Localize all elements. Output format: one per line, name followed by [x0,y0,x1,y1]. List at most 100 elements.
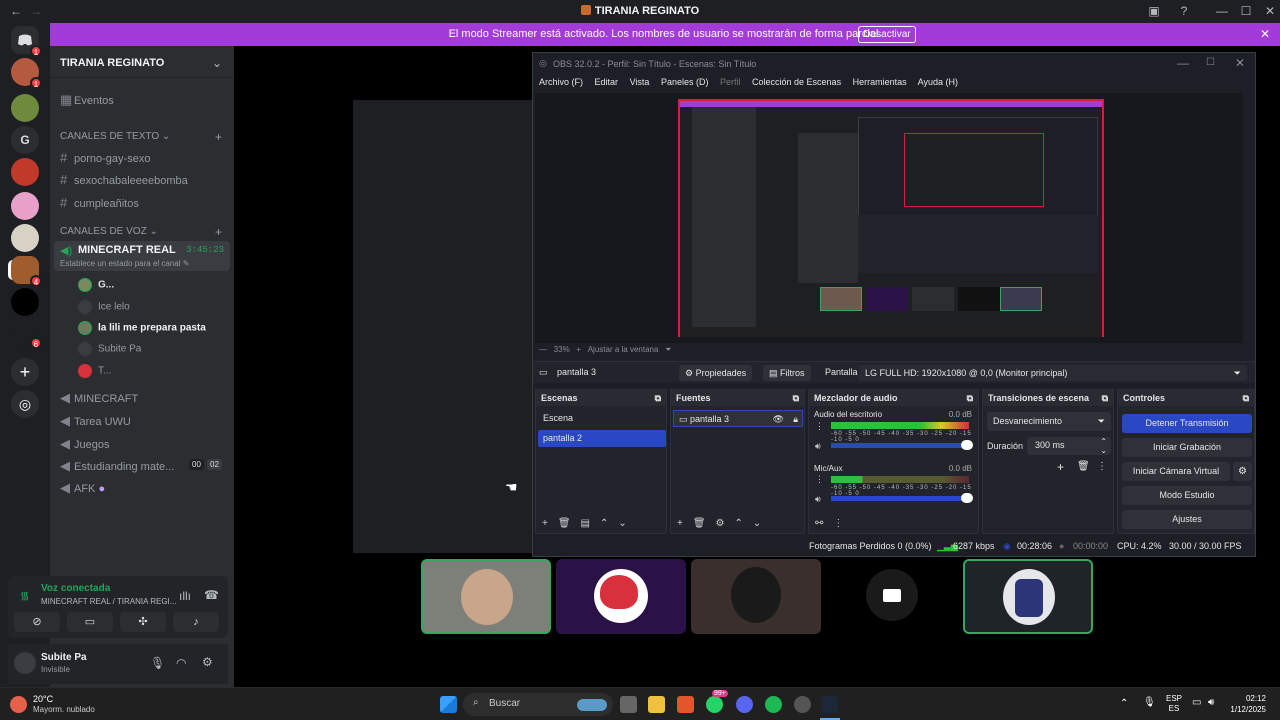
menu-herramientas[interactable]: Herramientas [853,77,907,87]
menu-paneles[interactable]: Paneles (D) [661,77,709,87]
add-icon[interactable]: + [542,518,548,529]
activities-button[interactable]: ✣ [120,612,166,632]
weather-icon[interactable] [10,696,27,713]
scene-item[interactable]: Escena [538,410,666,427]
up-icon[interactable]: ⌃ [735,518,743,529]
server-icon[interactable] [11,158,39,186]
volume-slider[interactable] [831,443,969,448]
screen-share-button[interactable]: ▭ [67,612,113,632]
video-tile[interactable] [691,559,821,634]
events-item[interactable]: ▦ Eventos [60,92,114,108]
lock-icon[interactable]: 🔒︎ [793,414,798,425]
volume-icon[interactable]: 🔊︎ [815,441,821,452]
voice-user[interactable]: la lili me prepara pasta [78,321,206,335]
filter-icon[interactable]: ▤ [581,518,590,529]
text-channel[interactable]: # cumpleañitos [60,195,139,210]
network-icon[interactable]: ▭ [1192,697,1201,708]
spotify-icon[interactable] [765,696,782,713]
zoom-controls[interactable]: — 33% + Ajustar a la ventana ⏷ [539,345,672,355]
menu-perfil[interactable]: Perfil [720,77,741,87]
video-tile[interactable] [421,559,551,634]
inbox-icon[interactable]: ▣ [1144,3,1164,19]
video-tile[interactable] [826,559,956,634]
headphones-icon[interactable]: ◠ [176,656,186,670]
camera-off-button[interactable]: ⊘ [14,612,60,632]
task-view-icon[interactable] [620,696,637,713]
server-icon[interactable] [11,192,39,220]
menu-vista[interactable]: Vista [630,77,650,87]
channel-status[interactable]: Establece un estado para el canal ✎ [60,259,189,268]
weather-temperature[interactable]: 20°C [33,694,53,704]
trash-icon[interactable]: 🗑︎ [1077,461,1090,472]
obs-icon[interactable] [794,696,811,713]
add-icon[interactable]: + [677,518,683,529]
brave-icon[interactable] [677,696,694,713]
discord-home-icon[interactable]: 1 [11,26,42,57]
kebab-menu-icon[interactable]: ⋮ [815,474,824,485]
text-channel[interactable]: # sexochabaleeeebomba [60,172,188,187]
filters-button[interactable]: ▤ Filtros [763,365,811,381]
kebab-menu-icon[interactable]: ⋮ [815,421,824,432]
duration-spinbox[interactable]: 300 ms ⌃ ⌄ [1027,437,1111,455]
chevron-down-icon[interactable]: ⌄ [212,56,222,70]
start-virtual-camera-button[interactable]: Iniciar Cámara Virtual [1122,462,1230,481]
voice-channel[interactable]: ◀ Estudianding mate... [60,458,174,474]
search-box[interactable]: ⌕ Buscar [463,693,613,716]
clock[interactable]: 02:12 1/12/2025 [1230,693,1266,715]
guild-name[interactable]: TIRANIA REGINATO [60,57,164,69]
server-icon[interactable] [11,224,39,252]
source-item[interactable]: ▭ pantalla 3 👁︎ 🔒︎ [673,410,803,427]
volume-icon[interactable]: 🔊︎ [1208,697,1214,708]
preview-source-frame[interactable] [678,99,1104,337]
text-category[interactable]: CANALES DE TEXTO ⌄ [60,131,170,142]
server-icon[interactable] [11,94,39,122]
scene-item-selected[interactable]: pantalla 2 [538,430,666,447]
close-banner-icon[interactable]: ✕ [1260,27,1270,41]
username[interactable]: Subite Pa [41,652,87,663]
voice-channel[interactable]: ◀ AFK ● [60,480,105,496]
start-recording-button[interactable]: Iniciar Grabación [1122,438,1252,457]
up-icon[interactable]: ⌃ [600,518,608,529]
properties-button[interactable]: ⚙ Propiedades [679,365,753,381]
server-letter-icon[interactable]: G [11,126,39,154]
add-server-icon[interactable]: + [11,358,39,386]
chevron-up-icon[interactable]: ⌃ [1120,698,1128,709]
voice-user[interactable]: G... [78,278,114,292]
studio-mode-button[interactable]: Modo Estudio [1122,486,1252,505]
text-channel[interactable]: # porno-gay-sexo [60,150,150,165]
kebab-menu-icon[interactable]: ⋮ [1097,461,1107,472]
settings-button[interactable]: Ajustes [1122,510,1252,529]
disable-streamer-button[interactable]: Desactivar [858,26,916,43]
menu-coleccion[interactable]: Colección de Escenas [752,77,841,87]
signal-icon[interactable]: ᯾ [20,588,29,603]
discord-icon[interactable] [736,696,753,713]
menu-editar[interactable]: Editar [595,77,619,87]
add-voice-channel-icon[interactable]: + [215,225,222,239]
noise-suppression-icon[interactable]: ıllı [179,589,191,603]
avatar[interactable] [14,652,36,674]
voice-location[interactable]: MINECRAFT REAL / TIRANIA REGI... [41,597,176,606]
minimize-button[interactable]: — [1212,3,1232,19]
language-indicator[interactable]: ESP ES [1166,694,1182,714]
voice-channel[interactable]: ◀ MINECRAFT [60,390,138,406]
help-icon[interactable]: ? [1174,3,1194,19]
down-icon[interactable]: ⌄ [753,518,761,529]
server-folder-icon[interactable]: 6 [11,318,42,349]
active-server-icon[interactable]: 4 [11,256,42,287]
voice-channel[interactable]: ◀ Tarea UWU [60,413,131,429]
stop-streaming-button[interactable]: Detener Transmisión [1122,414,1252,433]
virtual-camera-gear-icon[interactable]: ⚙ [1233,462,1252,481]
volume-icon[interactable]: 🔊︎ [815,494,821,505]
gear-icon[interactable]: ⚙ [716,518,725,529]
link-icon[interactable]: ⚯ [815,518,823,529]
down-icon[interactable]: ⌄ [618,518,626,529]
obs-minimize-button[interactable]: — [1177,56,1189,70]
volume-slider-handle[interactable] [961,440,973,450]
discover-icon[interactable]: ◎ [11,390,39,418]
volume-slider-handle[interactable] [961,493,973,503]
obs-preview[interactable] [535,93,1243,343]
obs-maximize-button[interactable]: ☐ [1206,57,1215,68]
windows-start-icon[interactable] [440,696,457,713]
transition-select[interactable]: Desvanecimiento ⏷ [987,412,1111,431]
active-voice-channel[interactable]: ◀) MINECRAFT REAL 3:45:23 Establece un e… [54,241,230,271]
